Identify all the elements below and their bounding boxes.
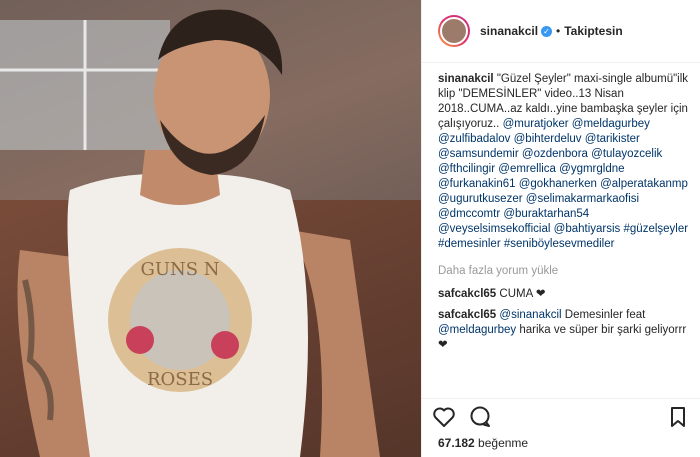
caption-mention[interactable]: @ugurutkusezer (438, 193, 523, 205)
caption-mention[interactable]: @meldagurbey (572, 118, 650, 130)
caption-mention[interactable]: @gokhanerken (519, 178, 597, 190)
post-sidebar: sinanakcil ✓ • Takiptesin sinanakcil "Gü… (421, 0, 700, 457)
caption-mention[interactable]: @emrellica (498, 163, 556, 175)
comment-item: safcakcl65 CUMA ❤ (438, 287, 690, 302)
comment-text: Demesinler feat (561, 309, 646, 321)
comment-mention[interactable]: @sinanakcil (499, 309, 561, 321)
comment-text: CUMA ❤ (499, 288, 546, 300)
comment-username[interactable]: safcakcl65 (438, 309, 496, 321)
caption-mention[interactable]: @buraktarhan54 (503, 208, 589, 220)
shirt-print-bottom: ROSES (147, 369, 213, 390)
caption-mention[interactable]: @tarikister (585, 133, 640, 145)
load-more-comments[interactable]: Daha fazla yorum yükle (438, 264, 690, 279)
comment-bubble-icon[interactable] (468, 405, 492, 429)
instagram-post: GUNS N ROSES sinanakcil ✓ • Takiptesin s… (0, 0, 700, 457)
caption-mention[interactable]: @fthcilingir (438, 163, 495, 175)
heart-outline-icon[interactable] (432, 405, 456, 429)
verified-badge-icon: ✓ (541, 25, 553, 37)
caption-mention[interactable]: @furkanakin61 (438, 178, 516, 190)
caption-mention[interactable]: @dmccomtr (438, 208, 500, 220)
caption-mentions: @muratjoker @meldagurbey @zulfibadalov @… (438, 118, 688, 250)
caption-hashtag[interactable]: #güzelşeyler (624, 223, 689, 235)
header-username[interactable]: sinanakcil (480, 24, 538, 38)
photo-illustration: GUNS N ROSES (0, 0, 421, 457)
bookmark-icon[interactable] (666, 405, 690, 429)
follow-status-button[interactable]: Takiptesin (564, 24, 622, 38)
caption-hashtag[interactable]: #demesinler (438, 238, 501, 250)
caption-username[interactable]: sinanakcil (438, 73, 494, 85)
caption-mention[interactable]: @tulayozcelik (591, 148, 662, 160)
caption-mention[interactable]: @muratjoker (503, 118, 569, 130)
action-bar (432, 403, 690, 431)
avatar[interactable] (438, 15, 470, 47)
caption-mention[interactable]: @alperatakanmp (600, 178, 688, 190)
caption-mention[interactable]: @veyselsimsekofficial (438, 223, 550, 235)
caption-mention[interactable]: @samsundemir (438, 148, 519, 160)
likes-number: 67.182 (438, 436, 475, 450)
caption-mention[interactable]: @bihterdeluv (514, 133, 582, 145)
comment-item: safcakcl65 @sinanakcil Demesinler feat @… (438, 308, 690, 353)
likes-count[interactable]: 67.182 beğenme (438, 436, 528, 450)
caption-mention[interactable]: @zulfibadalov (438, 133, 510, 145)
caption-mention[interactable]: @ozdenbora (522, 148, 588, 160)
post-photo[interactable]: GUNS N ROSES (0, 0, 421, 457)
comments-section: sinanakcil "Güzel Şeyler" maxi-single al… (438, 72, 690, 359)
caption: sinanakcil "Güzel Şeyler" maxi-single al… (438, 72, 690, 252)
caption-mention[interactable]: @selimakarmarkaofisi (526, 193, 639, 205)
caption-mention[interactable]: @bahtiyarsis (554, 223, 621, 235)
shirt-print-top: GUNS N (140, 259, 219, 280)
comment-username[interactable]: safcakcl65 (438, 288, 496, 300)
caption-hashtag[interactable]: #seniböylesevmediler (504, 238, 615, 250)
header-separator: • (556, 24, 561, 38)
likes-label: beğenme (478, 436, 529, 450)
caption-mention[interactable]: @ygmrgldne (559, 163, 624, 175)
post-header: sinanakcil ✓ • Takiptesin (422, 0, 700, 63)
comment-mention[interactable]: @meldagurbey (438, 324, 516, 336)
divider (422, 398, 700, 399)
